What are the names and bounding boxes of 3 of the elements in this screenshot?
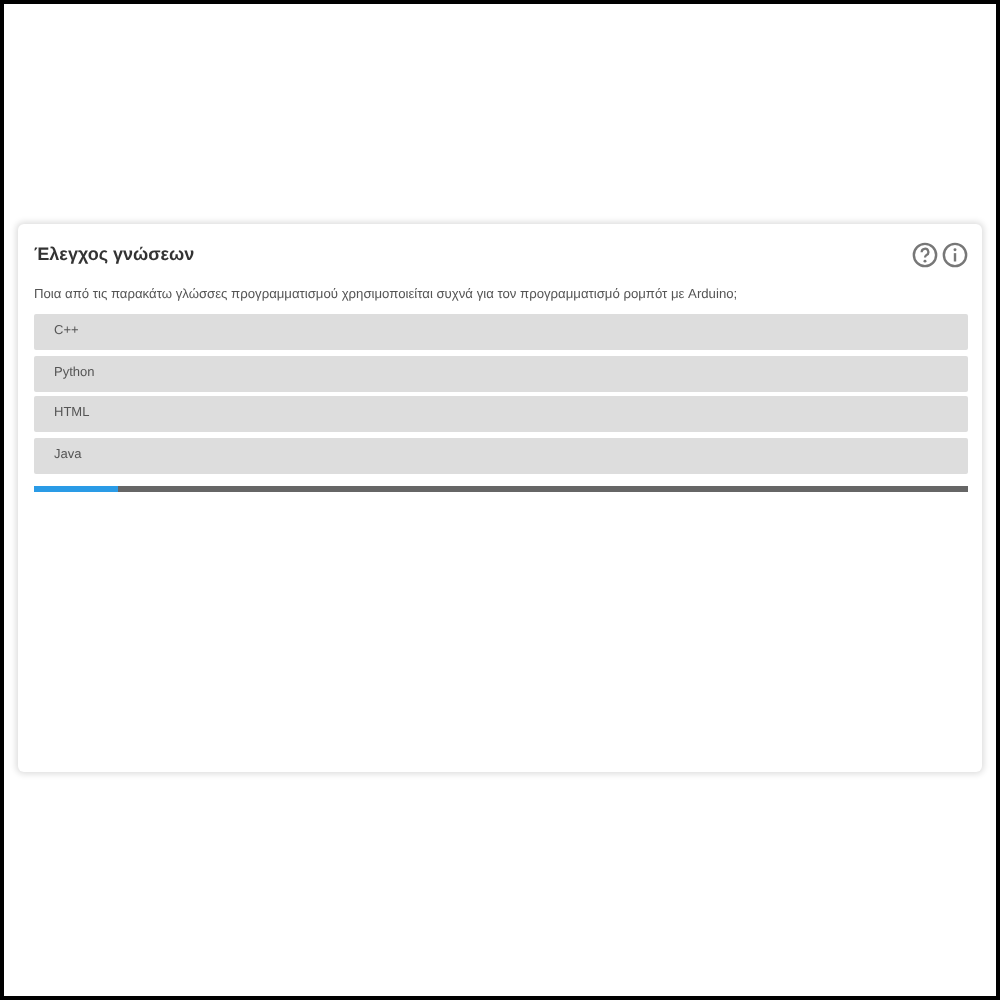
info-icon[interactable] [942,241,968,267]
quiz-title: Έλεγχος γνώσεων [34,244,195,264]
help-icon[interactable] [912,241,938,267]
